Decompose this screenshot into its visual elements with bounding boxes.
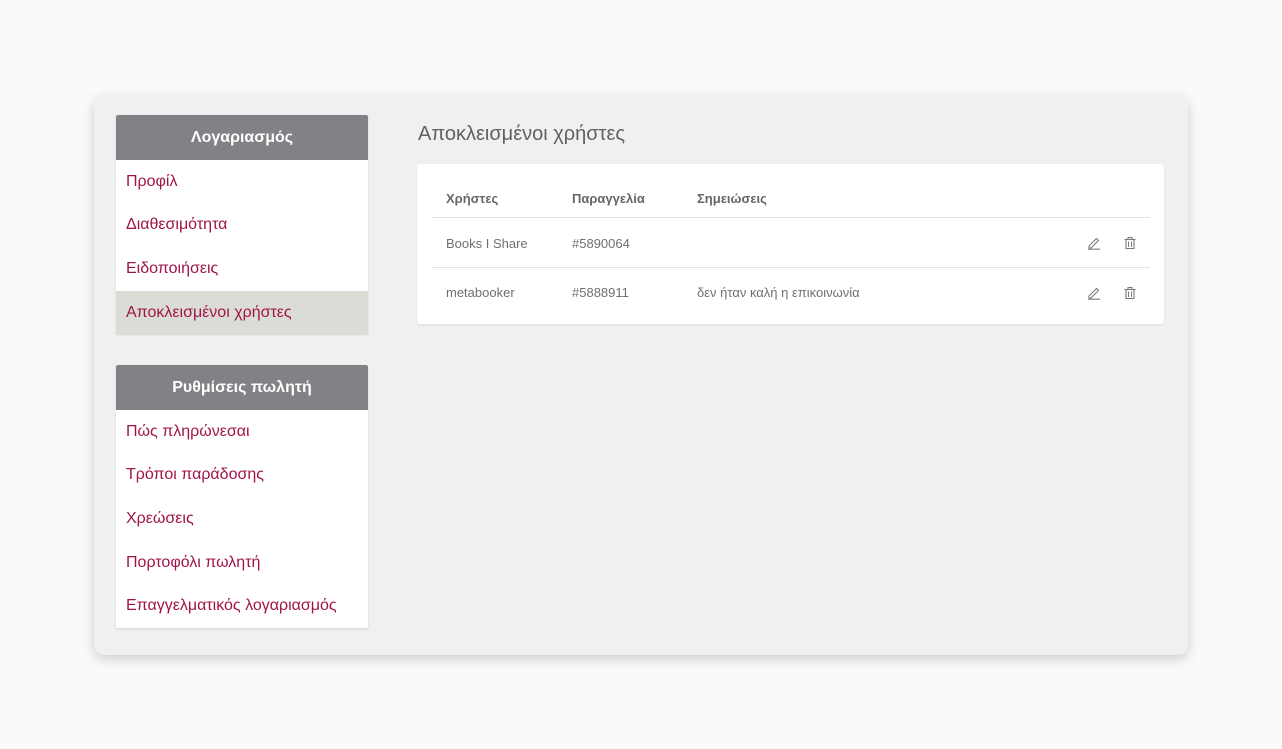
sidebar-item-how-you-get-paid[interactable]: Πώς πληρώνεσαι [116,410,368,454]
row-order: #5890064 [572,235,630,251]
sidebar-item-availability[interactable]: Διαθεσιμότητα [116,204,368,248]
sidebar-item-blocked-users[interactable]: Αποκλεισμένοι χρήστες [116,290,368,335]
edit-icon [1088,237,1100,250]
seller-menu: Ρυθμίσεις πωλητή Πώς πληρώνεσαι Τρόποι π… [116,365,368,628]
edit-icon [1088,287,1100,300]
page-title: Αποκλεισμένοι χρήστες [418,123,626,145]
row-notes: δεν ήταν καλή η επικοινωνία [697,285,860,300]
column-header-notes: Σημειώσεις [697,191,767,206]
delete-button[interactable] [1120,283,1140,303]
edit-button[interactable] [1084,233,1104,253]
account-menu-header: Λογαριασμός [116,115,368,160]
table-row: metabooker #5888911 δεν ήταν καλή η επικ… [431,268,1150,317]
row-order: #5888911 [572,285,629,300]
row-actions [1084,283,1140,303]
sidebar-item-notifications[interactable]: Ειδοποιήσεις [116,247,368,291]
column-header-users: Χρήστες [446,191,499,206]
blocked-users-table: Χρήστες Παραγγελία Σημειώσεις Books I Sh… [417,164,1164,324]
row-user: metabooker [446,285,515,300]
trash-icon [1124,286,1136,299]
sidebar-item-profile[interactable]: Προφίλ [116,160,368,204]
sidebar-item-seller-wallet[interactable]: Πορτοφόλι πωλητή [116,541,368,585]
sidebar-item-business-account[interactable]: Επαγγελματικός λογαριασμός [116,584,368,628]
sidebar-item-delivery-methods[interactable]: Τρόποι παράδοσης [116,454,368,498]
trash-icon [1124,236,1136,250]
row-user: Books I Share [446,235,528,251]
settings-card: Λογαριασμός Προφίλ Διαθεσιμότητα Ειδοποι… [94,95,1188,655]
delete-button[interactable] [1120,233,1140,253]
column-header-order: Παραγγελία [572,191,645,206]
edit-button[interactable] [1084,283,1104,303]
table-row: Books I Share #5890064 [431,219,1150,268]
sidebar-item-charges[interactable]: Χρεώσεις [116,497,368,541]
table-header: Χρήστες Παραγγελία Σημειώσεις [431,180,1150,218]
account-menu: Λογαριασμός Προφίλ Διαθεσιμότητα Ειδοποι… [116,115,368,335]
seller-menu-header: Ρυθμίσεις πωλητή [116,365,368,410]
row-actions [1084,233,1140,253]
